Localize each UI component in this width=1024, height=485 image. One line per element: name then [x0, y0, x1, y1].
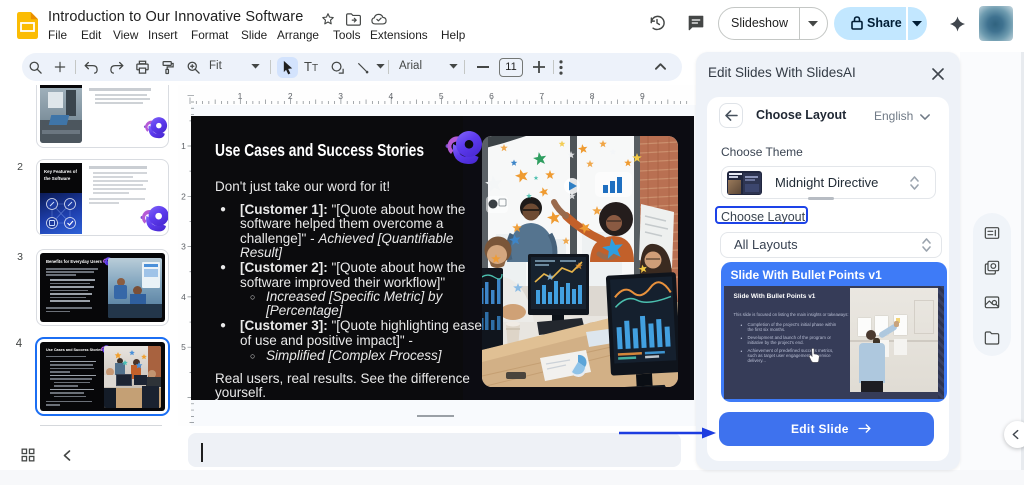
svg-text:5: 5 — [181, 342, 186, 352]
svg-text:3: 3 — [181, 242, 186, 252]
svg-text:1: 1 — [181, 141, 186, 151]
svg-text:2: 2 — [181, 191, 186, 201]
svg-text:4: 4 — [181, 292, 186, 302]
